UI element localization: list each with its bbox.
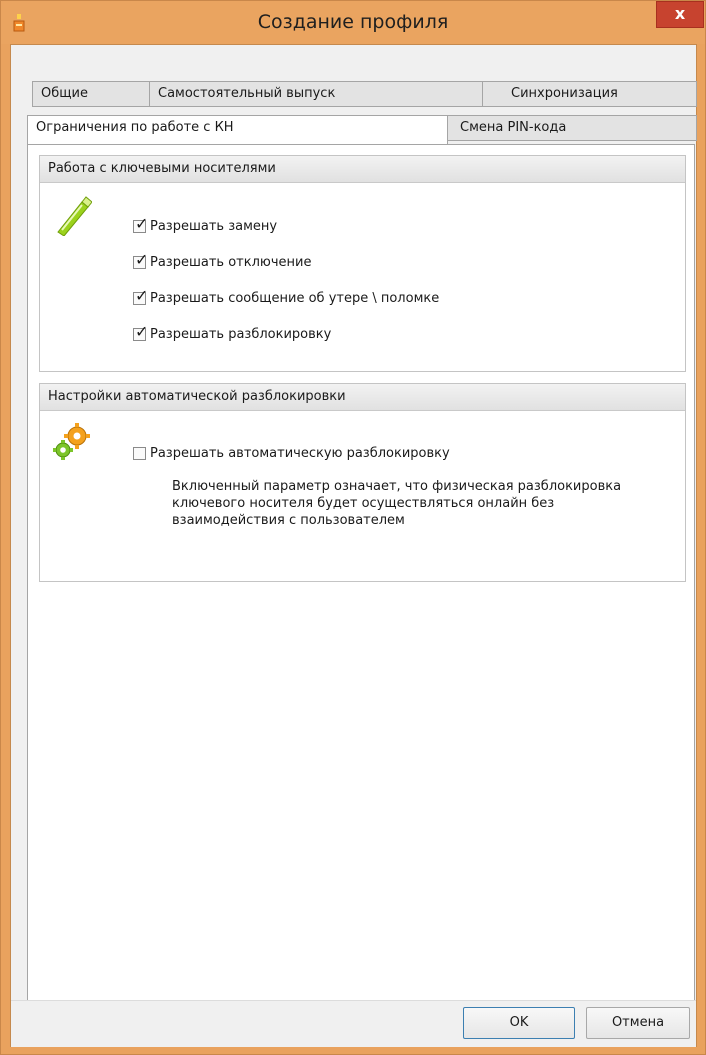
allow-disable-option[interactable]: ✓ Разрешать отключение — [133, 252, 312, 270]
allow-disable-checkbox[interactable]: ✓ — [133, 252, 148, 269]
allow-disable-label: Разрешать отключение — [150, 255, 312, 270]
allow-replace-label: Разрешать замену — [150, 219, 278, 234]
gears-icon — [53, 423, 90, 460]
dialog-footer: OK Отмена — [11, 1000, 696, 1047]
allow-auto-unlock-label: Разрешать автоматическую разблокировку — [150, 446, 450, 461]
group-title: Настройки автоматической разблокировки — [40, 384, 685, 411]
group-title: Работа с ключевыми носителями — [40, 156, 685, 183]
auto-unlock-description: Включенный параметр означает, что физиче… — [172, 479, 622, 528]
tab-key-media-restrictions[interactable]: Ограничения по работе с КН — [27, 115, 448, 144]
allow-replace-checkbox[interactable]: ✓ — [133, 216, 148, 233]
tab-pin-change[interactable]: Смена PIN-кода — [447, 115, 697, 141]
close-button[interactable]: x — [656, 1, 704, 28]
auto-unlock-group: Настройки автоматической разблокировки Р… — [39, 383, 686, 582]
cancel-button[interactable]: Отмена — [586, 1007, 690, 1039]
tab-sync[interactable]: Синхронизация — [482, 81, 697, 107]
key-media-group: Работа с ключевыми носителями ✓ Разрешат… — [39, 155, 686, 372]
allow-unlock-checkbox[interactable]: ✓ — [133, 324, 148, 341]
allow-unlock-label: Разрешать разблокировку — [150, 327, 332, 342]
allow-auto-unlock-option[interactable]: Разрешать автоматическую разблокировку — [133, 446, 450, 461]
dialog-window: Создание профиля x Общие Самостоятельный… — [0, 0, 706, 1055]
tab-self-issue[interactable]: Самостоятельный выпуск — [149, 81, 483, 107]
tab-page-content: Работа с ключевыми носителями ✓ Разрешат… — [27, 144, 695, 1031]
allow-report-loss-label: Разрешать сообщение об утере \ поломке — [150, 291, 440, 306]
window-title: Создание профиля — [257, 11, 449, 33]
allow-replace-option[interactable]: ✓ Разрешать замену — [133, 216, 278, 234]
allow-unlock-option[interactable]: ✓ Разрешать разблокировку — [133, 324, 332, 342]
tab-general[interactable]: Общие — [32, 81, 150, 107]
allow-auto-unlock-checkbox[interactable] — [133, 447, 146, 460]
usb-token-icon — [57, 196, 92, 236]
title-bar[interactable]: Создание профиля x — [1, 1, 705, 44]
allow-report-loss-checkbox[interactable]: ✓ — [133, 288, 148, 305]
dialog-client-area: Общие Самостоятельный выпуск Синхронизац… — [10, 44, 697, 1047]
allow-report-loss-option[interactable]: ✓ Разрешать сообщение об утере \ поломке — [133, 288, 440, 306]
ok-button[interactable]: OK — [463, 1007, 575, 1039]
